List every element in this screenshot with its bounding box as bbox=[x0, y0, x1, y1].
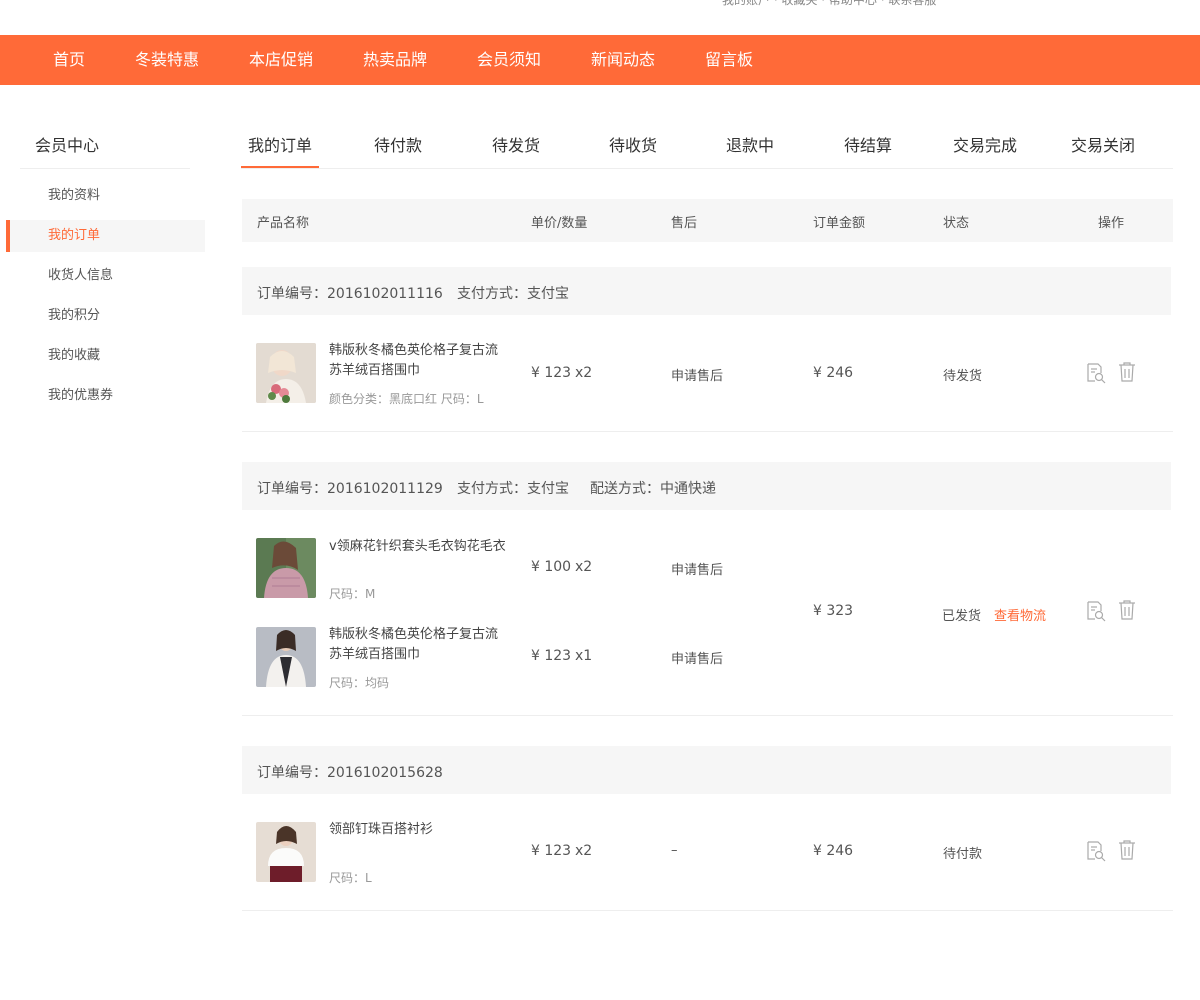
col-product-name: 产品名称 bbox=[257, 216, 310, 231]
col-price-qty: 单价/数量 bbox=[531, 216, 588, 231]
tab-pending-settlement[interactable]: 待结算 bbox=[844, 132, 892, 156]
order-amount: ¥ 246 bbox=[813, 843, 854, 859]
order-number: 订单编号：2016102011116 bbox=[257, 286, 443, 302]
quantity: x2 bbox=[575, 365, 593, 381]
sidebar-item-favorites[interactable]: 我的收藏 bbox=[6, 340, 205, 372]
order-card: 订单编号：2016102015628 领部钉珠百搭衬衫 尺码：L ¥ 123 x… bbox=[242, 746, 1173, 911]
unit-price: ¥ 123 bbox=[531, 365, 572, 381]
trash-icon[interactable] bbox=[1116, 361, 1138, 383]
order-header: 订单编号：2016102011116 支付方式：支付宝 bbox=[242, 267, 1171, 315]
delivery-method: 配送方式：中通快递 bbox=[590, 481, 716, 497]
order-amount: ¥ 246 bbox=[813, 365, 854, 381]
tab-pending-shipment[interactable]: 待发货 bbox=[492, 132, 540, 156]
tab-my-orders[interactable]: 我的订单 bbox=[248, 132, 312, 156]
after-sale-link[interactable]: 申请售后 bbox=[671, 365, 723, 384]
product-image[interactable] bbox=[256, 627, 316, 687]
product-name[interactable]: 韩版秋冬橘色英伦格子复古流苏羊绒百搭围巾 bbox=[329, 341, 509, 381]
view-order-icon[interactable] bbox=[1085, 600, 1107, 622]
product-name[interactable]: v领麻花针织套头毛衣钩花毛衣 bbox=[329, 537, 509, 557]
product-image[interactable] bbox=[256, 822, 316, 882]
order-tabs: 我的订单 待付款 待发货 待收货 退款中 待结算 交易完成 交易关闭 bbox=[241, 118, 1173, 169]
sidebar-item-coupons[interactable]: 我的优惠券 bbox=[6, 380, 205, 412]
top-links[interactable]: 我的账户 · 收藏夹 · 帮助中心 · 联系客服 bbox=[722, 0, 936, 8]
quantity: x2 bbox=[575, 559, 593, 575]
col-after-sale: 售后 bbox=[671, 216, 698, 231]
nav-message-board[interactable]: 留言板 bbox=[705, 35, 753, 85]
product-name[interactable]: 韩版秋冬橘色英伦格子复古流苏羊绒百搭围巾 bbox=[329, 625, 509, 665]
product-attributes: 尺码：L bbox=[329, 871, 372, 885]
unit-price: ¥ 123 bbox=[531, 843, 572, 859]
tab-pending-payment[interactable]: 待付款 bbox=[374, 132, 422, 156]
product-image[interactable] bbox=[256, 538, 316, 598]
sidebar-item-consignee[interactable]: 收货人信息 bbox=[6, 260, 205, 292]
order-number: 订单编号：2016102015628 bbox=[257, 765, 443, 781]
tab-refunding[interactable]: 退款中 bbox=[726, 132, 774, 156]
product-attributes: 颜色分类：黑底口红 尺码：L bbox=[329, 392, 484, 406]
product-attributes: 尺码：M bbox=[329, 587, 376, 601]
order-number: 订单编号：2016102011129 bbox=[257, 481, 443, 497]
col-amount: 订单金额 bbox=[813, 216, 866, 231]
order-amount: ¥ 323 bbox=[813, 603, 854, 619]
unit-price: ¥ 100 bbox=[531, 559, 572, 575]
top-bar: 我的账户 · 收藏夹 · 帮助中心 · 联系客服 bbox=[0, 0, 1200, 35]
quantity: x1 bbox=[575, 648, 593, 664]
product-attributes: 尺码：均码 bbox=[329, 676, 390, 690]
view-order-icon[interactable] bbox=[1085, 362, 1107, 384]
order-status: 待付款 bbox=[943, 847, 983, 862]
nav-winter-sale[interactable]: 冬装特惠 bbox=[135, 35, 199, 85]
after-sale-link[interactable]: 申请售后 bbox=[671, 648, 723, 667]
after-sale-empty: – bbox=[671, 843, 678, 858]
order-header: 订单编号：2016102015628 bbox=[242, 746, 1171, 794]
trash-icon[interactable] bbox=[1116, 599, 1138, 621]
nav-home[interactable]: 首页 bbox=[53, 35, 85, 85]
tab-closed[interactable]: 交易关闭 bbox=[1071, 132, 1135, 156]
nav-promotions[interactable]: 本店促销 bbox=[249, 35, 313, 85]
sidebar-divider bbox=[20, 168, 190, 169]
track-shipment-link[interactable]: 查看物流 bbox=[994, 605, 1046, 624]
order-status: 待发货 bbox=[943, 369, 983, 384]
order-table-header: 产品名称 单价/数量 售后 订单金额 状态 操作 bbox=[242, 199, 1173, 242]
after-sale-link[interactable]: 申请售后 bbox=[671, 559, 723, 578]
nav-news[interactable]: 新闻动态 bbox=[591, 35, 655, 85]
order-card: 订单编号：2016102011129 支付方式：支付宝 配送方式：中通快递 v领… bbox=[242, 462, 1173, 716]
trash-icon[interactable] bbox=[1116, 839, 1138, 861]
view-order-icon[interactable] bbox=[1085, 840, 1107, 862]
col-ops: 操作 bbox=[1098, 216, 1125, 231]
col-status: 状态 bbox=[943, 216, 970, 231]
order-card: 订单编号：2016102011116 支付方式：支付宝 韩版秋冬橘色英伦格子复古… bbox=[242, 267, 1173, 432]
product-image[interactable] bbox=[256, 343, 316, 403]
payment-method: 支付方式：支付宝 bbox=[457, 286, 569, 302]
main-nav: 首页 冬装特惠 本店促销 热卖品牌 会员须知 新闻动态 留言板 bbox=[0, 35, 1200, 85]
tab-completed[interactable]: 交易完成 bbox=[953, 132, 1017, 156]
payment-method: 支付方式：支付宝 bbox=[457, 481, 569, 497]
order-status: 已发货 bbox=[942, 609, 982, 624]
sidebar-item-points[interactable]: 我的积分 bbox=[6, 300, 205, 332]
product-name[interactable]: 领部钉珠百搭衬衫 bbox=[329, 820, 509, 840]
sidebar-item-orders[interactable]: 我的订单 bbox=[6, 220, 205, 252]
order-header: 订单编号：2016102011129 支付方式：支付宝 配送方式：中通快递 bbox=[242, 462, 1171, 510]
unit-price: ¥ 123 bbox=[531, 648, 572, 664]
nav-member-notice[interactable]: 会员须知 bbox=[477, 35, 541, 85]
quantity: x2 bbox=[575, 843, 593, 859]
sidebar-title: 会员中心 bbox=[35, 136, 100, 155]
nav-hot-brands[interactable]: 热卖品牌 bbox=[363, 35, 427, 85]
active-tab-indicator bbox=[241, 166, 319, 168]
tab-pending-receipt[interactable]: 待收货 bbox=[609, 132, 657, 156]
sidebar-item-profile[interactable]: 我的资料 bbox=[6, 180, 205, 212]
